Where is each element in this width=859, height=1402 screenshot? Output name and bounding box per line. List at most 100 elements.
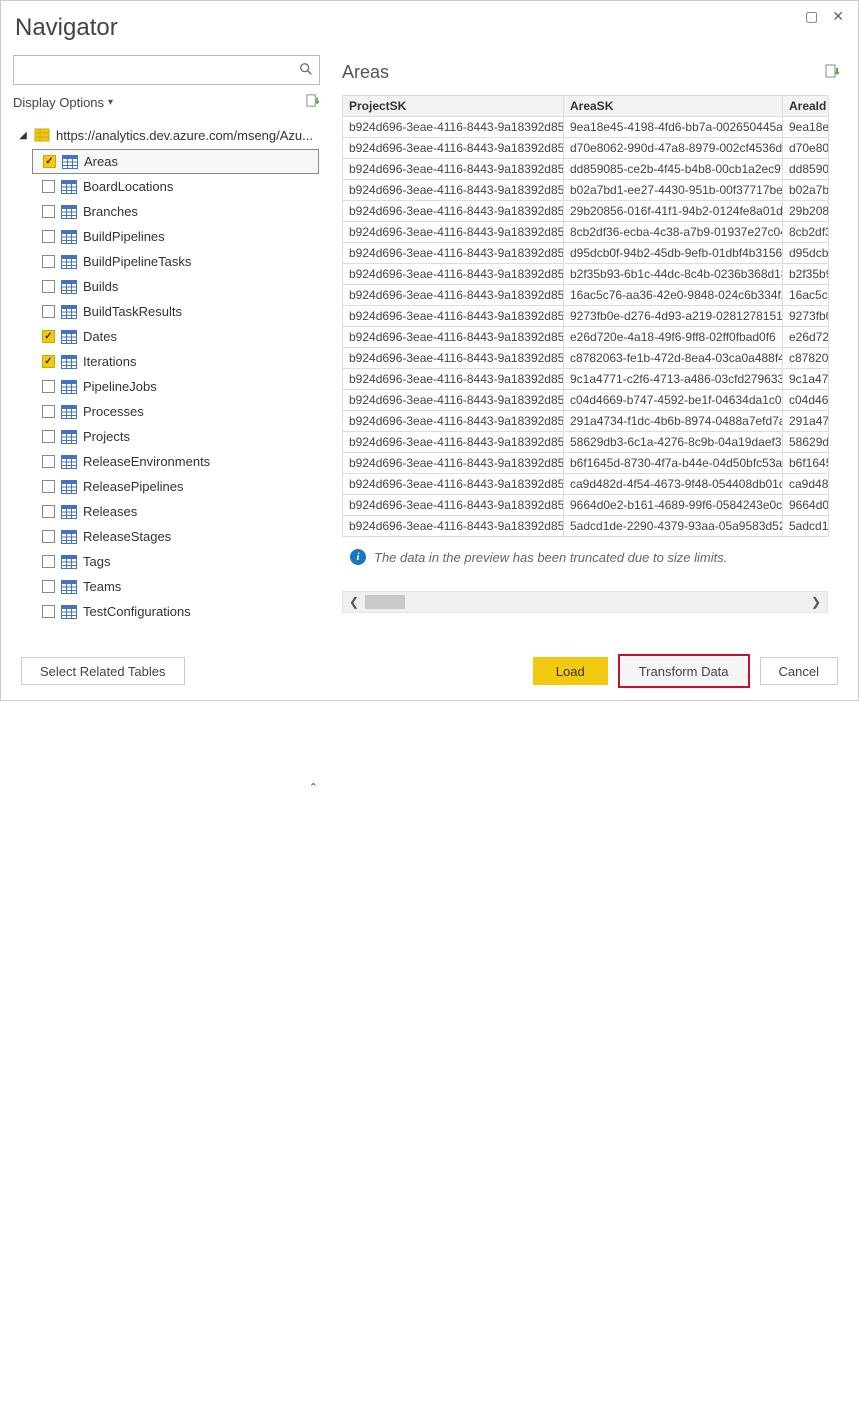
table-icon [61, 280, 77, 294]
tree-item-label: PipelineJobs [83, 379, 157, 394]
tree-root[interactable]: ◢ https://analytics.dev.azure.com/mseng/… [14, 121, 319, 149]
maximize-icon[interactable]: ▢ [805, 8, 818, 25]
table-cell: 8cb2df36-ecba-4c38-a7b9-01937e27c047 [564, 222, 783, 243]
table-cell: b2f35b93 [783, 264, 829, 285]
tree-item-buildpipelinetasks[interactable]: BuildPipelineTasks [32, 249, 319, 274]
tree-item-dates[interactable]: Dates [32, 324, 319, 349]
table-row[interactable]: b924d696-3eae-4116-8443-9a18392d85449c1a… [343, 369, 829, 390]
table-row[interactable]: b924d696-3eae-4116-8443-9a18392d85445862… [343, 432, 829, 453]
checkbox[interactable] [42, 555, 55, 568]
table-row[interactable]: b924d696-3eae-4116-8443-9a18392d8544ca9d… [343, 474, 829, 495]
table-icon [61, 380, 77, 394]
select-related-tables-button[interactable]: Select Related Tables [21, 657, 185, 685]
tree-item-label: Tags [83, 554, 110, 569]
tree-item-branches[interactable]: Branches [32, 199, 319, 224]
tree-item-releases[interactable]: Releases [32, 499, 319, 524]
tree-item-buildpipelines[interactable]: BuildPipelines [32, 224, 319, 249]
table-row[interactable]: b924d696-3eae-4116-8443-9a18392d8544c878… [343, 348, 829, 369]
tree-item-areas[interactable]: Areas [32, 149, 319, 174]
checkbox[interactable] [42, 355, 55, 368]
table-icon [61, 580, 77, 594]
table-row[interactable]: b924d696-3eae-4116-8443-9a18392d85449ea1… [343, 117, 829, 138]
table-row[interactable]: b924d696-3eae-4116-8443-9a18392d854429b2… [343, 201, 829, 222]
scroll-left-icon[interactable]: ❮ [343, 595, 365, 609]
tree-item-boardlocations[interactable]: BoardLocations [32, 174, 319, 199]
table-row[interactable]: b924d696-3eae-4116-8443-9a18392d8544c04d… [343, 390, 829, 411]
tree-item-releasestages[interactable]: ReleaseStages [32, 524, 319, 549]
search-box[interactable] [13, 55, 320, 85]
truncated-text: The data in the preview has been truncat… [374, 550, 727, 565]
column-header[interactable]: ProjectSK [343, 96, 564, 117]
display-options-label: Display Options [13, 95, 104, 110]
table-row[interactable]: b924d696-3eae-4116-8443-9a18392d8544d95d… [343, 243, 829, 264]
tree-item-label: Teams [83, 579, 121, 594]
refresh-icon[interactable] [305, 93, 320, 112]
table-row[interactable]: b924d696-3eae-4116-8443-9a18392d8544291a… [343, 411, 829, 432]
table-row[interactable]: b924d696-3eae-4116-8443-9a18392d8544d70e… [343, 138, 829, 159]
checkbox[interactable] [42, 305, 55, 318]
tree-item-teams[interactable]: Teams [32, 574, 319, 599]
table-cell: 9664d0e2-b161-4689-99f6-0584243e0c9d [564, 495, 783, 516]
checkbox[interactable] [43, 155, 56, 168]
tree-item-label: BuildPipelines [83, 229, 165, 244]
table-row[interactable]: b924d696-3eae-4116-8443-9a18392d8544b6f1… [343, 453, 829, 474]
table-row[interactable]: b924d696-3eae-4116-8443-9a18392d85449664… [343, 495, 829, 516]
checkbox[interactable] [42, 580, 55, 593]
scroll-thumb[interactable] [365, 595, 405, 609]
tree-item-pipelinejobs[interactable]: PipelineJobs [32, 374, 319, 399]
table-row[interactable]: b924d696-3eae-4116-8443-9a18392d854416ac… [343, 285, 829, 306]
checkbox[interactable] [42, 180, 55, 193]
table-cell: 29b20856 [783, 201, 829, 222]
table-cell: 9ea18e45 [783, 117, 829, 138]
tree-item-releasepipelines[interactable]: ReleasePipelines [32, 474, 319, 499]
horizontal-scrollbar[interactable]: ❮ ❯ [342, 591, 828, 613]
tree-item-projects[interactable]: Projects [32, 424, 319, 449]
table-cell: d70e8062-990d-47a8-8979-002cf4536db2 [564, 138, 783, 159]
checkbox[interactable] [42, 505, 55, 518]
table-cell: b924d696-3eae-4116-8443-9a18392d8544 [343, 138, 564, 159]
checkbox[interactable] [42, 455, 55, 468]
checkbox[interactable] [42, 480, 55, 493]
collapse-icon[interactable]: ◢ [18, 130, 28, 141]
checkbox[interactable] [42, 530, 55, 543]
close-icon[interactable]: ✕ [832, 8, 844, 25]
checkbox[interactable] [42, 380, 55, 393]
table-cell: 9c1a4771-c2f6-4713-a486-03cfd279633d [564, 369, 783, 390]
table-row[interactable]: b924d696-3eae-4116-8443-9a18392d8544dd85… [343, 159, 829, 180]
tree-item-tags[interactable]: Tags [32, 549, 319, 574]
checkbox[interactable] [42, 405, 55, 418]
table-row[interactable]: b924d696-3eae-4116-8443-9a18392d8544b2f3… [343, 264, 829, 285]
table-icon [61, 530, 77, 544]
checkbox[interactable] [42, 330, 55, 343]
table-row[interactable]: b924d696-3eae-4116-8443-9a18392d85445adc… [343, 516, 829, 537]
tree-item-iterations[interactable]: Iterations [32, 349, 319, 374]
search-input[interactable] [14, 63, 293, 78]
table-row[interactable]: b924d696-3eae-4116-8443-9a18392d8544e26d… [343, 327, 829, 348]
display-options-dropdown[interactable]: Display Options ▾ [13, 93, 320, 112]
column-header[interactable]: AreaId [783, 96, 829, 117]
checkbox[interactable] [42, 230, 55, 243]
tree-item-processes[interactable]: Processes [32, 399, 319, 424]
table-row[interactable]: b924d696-3eae-4116-8443-9a18392d8544b02a… [343, 180, 829, 201]
cancel-button[interactable]: Cancel [760, 657, 838, 685]
search-icon[interactable] [293, 62, 319, 79]
load-button[interactable]: Load [533, 657, 608, 685]
checkbox[interactable] [42, 280, 55, 293]
column-header[interactable]: AreaSK [564, 96, 783, 117]
table-row[interactable]: b924d696-3eae-4116-8443-9a18392d85448cb2… [343, 222, 829, 243]
scroll-up-icon[interactable]: ⌃ [309, 781, 318, 794]
transform-data-button[interactable]: Transform Data [621, 657, 747, 685]
tree-item-buildtaskresults[interactable]: BuildTaskResults [32, 299, 319, 324]
refresh-preview-icon[interactable] [824, 63, 840, 82]
checkbox[interactable] [42, 255, 55, 268]
checkbox[interactable] [42, 605, 55, 618]
checkbox[interactable] [42, 430, 55, 443]
scroll-right-icon[interactable]: ❯ [805, 595, 827, 609]
table-icon [61, 255, 77, 269]
tree-item-label: Branches [83, 204, 138, 219]
checkbox[interactable] [42, 205, 55, 218]
tree-item-testconfigurations[interactable]: TestConfigurations [32, 599, 319, 624]
table-row[interactable]: b924d696-3eae-4116-8443-9a18392d85449273… [343, 306, 829, 327]
tree-item-releaseenvironments[interactable]: ReleaseEnvironments [32, 449, 319, 474]
tree-item-builds[interactable]: Builds [32, 274, 319, 299]
